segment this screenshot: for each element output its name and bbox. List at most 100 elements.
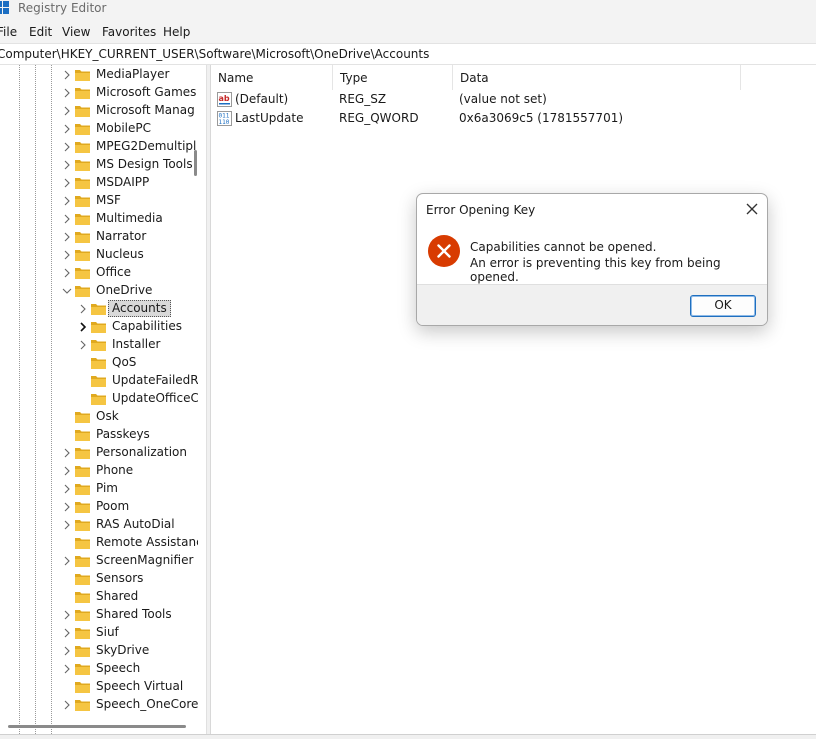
- address-bar[interactable]: Computer\HKEY_CURRENT_USER\Software\Micr…: [0, 43, 816, 65]
- tree-item[interactable]: Capabilities: [0, 318, 198, 336]
- folder-icon: [75, 232, 90, 243]
- chevron-right-icon[interactable]: [62, 178, 72, 188]
- tree-item-label: SkyDrive: [96, 643, 150, 657]
- tree-item[interactable]: Poom: [0, 498, 198, 516]
- column-header-name-label: Name: [218, 71, 254, 85]
- folder-icon: [75, 610, 90, 621]
- chevron-right-icon[interactable]: [62, 196, 72, 206]
- chevron-right-icon[interactable]: [62, 628, 72, 638]
- key-tree[interactable]: MediaPlayer Microsoft Games Microsoft Mana…: [0, 65, 198, 734]
- svg-text:110: 110: [219, 119, 230, 126]
- chevron-right-icon[interactable]: [62, 646, 72, 656]
- tree-item[interactable]: Remote Assistanc: [0, 534, 198, 552]
- tree-item[interactable]: Nucleus: [0, 246, 198, 264]
- menu-view[interactable]: View: [62, 25, 90, 39]
- tree-item[interactable]: Narrator: [0, 228, 198, 246]
- tree-item[interactable]: Osk: [0, 408, 198, 426]
- tree-item[interactable]: Installer: [0, 336, 198, 354]
- menu-edit[interactable]: Edit: [29, 25, 52, 39]
- chevron-right-icon[interactable]: [62, 160, 72, 170]
- tree-item[interactable]: Microsoft Manag: [0, 102, 198, 120]
- tree-item[interactable]: MobilePC: [0, 120, 198, 138]
- chevron-right-icon[interactable]: [62, 520, 72, 530]
- chevron-down-icon[interactable]: [62, 286, 72, 296]
- chevron-right-icon[interactable]: [62, 214, 72, 224]
- chevron-right-icon[interactable]: [62, 466, 72, 476]
- menu-file[interactable]: File: [0, 25, 17, 39]
- chevron-right-icon[interactable]: [62, 70, 72, 80]
- tree-item[interactable]: Microsoft Games: [0, 84, 198, 102]
- chevron-right-icon[interactable]: [62, 250, 72, 260]
- tree-item[interactable]: Personalization: [0, 444, 198, 462]
- tree-horizontal-scrollbar[interactable]: [8, 725, 186, 728]
- tree-vertical-scrollbar[interactable]: [194, 150, 197, 176]
- tree-item[interactable]: MSDAIPP: [0, 174, 198, 192]
- tree-item[interactable]: Multimedia: [0, 210, 198, 228]
- tree-item[interactable]: RAS AutoDial: [0, 516, 198, 534]
- tree-item[interactable]: MPEG2Demultipl: [0, 138, 198, 156]
- dialog-message-line-2: An error is preventing this key from bei…: [470, 256, 721, 284]
- tree-item[interactable]: Shared: [0, 588, 198, 606]
- chevron-right-icon[interactable]: [62, 556, 72, 566]
- tree-item-label: Siuf: [96, 625, 119, 639]
- value-row[interactable]: 011 110 LastUpdate REG_QWORD 0x6a3069c5 …: [211, 109, 811, 128]
- tree-item[interactable]: Phone: [0, 462, 198, 480]
- tree-item[interactable]: Speech: [0, 660, 198, 678]
- chevron-right-icon[interactable]: [62, 700, 72, 710]
- chevron-right-icon[interactable]: [78, 322, 88, 332]
- tree-item[interactable]: MS Design Tools: [0, 156, 198, 174]
- chevron-right-icon[interactable]: [62, 106, 72, 116]
- chevron-right-icon[interactable]: [62, 232, 72, 242]
- dialog-title: Error Opening Key: [426, 203, 536, 217]
- title-bar: Registry Editor: [0, 0, 816, 22]
- status-bar: [0, 734, 816, 739]
- tree-item-label: Multimedia: [96, 211, 163, 225]
- chevron-right-icon[interactable]: [62, 484, 72, 494]
- tree-item[interactable]: OneDrive: [0, 282, 198, 300]
- ok-button[interactable]: OK: [690, 295, 756, 317]
- menu-help[interactable]: Help: [163, 25, 190, 39]
- folder-icon: [91, 376, 106, 387]
- tree-item[interactable]: Siuf: [0, 624, 198, 642]
- chevron-right-icon[interactable]: [62, 448, 72, 458]
- tree-item[interactable]: ScreenMagnifier: [0, 552, 198, 570]
- dialog-footer: OK: [417, 284, 767, 325]
- tree-item[interactable]: Pim: [0, 480, 198, 498]
- tree-item[interactable]: Shared Tools: [0, 606, 198, 624]
- chevron-right-icon[interactable]: [62, 610, 72, 620]
- column-header-name[interactable]: Name: [211, 65, 333, 90]
- chevron-right-icon[interactable]: [62, 142, 72, 152]
- tree-item[interactable]: MSF: [0, 192, 198, 210]
- chevron-right-icon[interactable]: [62, 268, 72, 278]
- chevron-right-icon[interactable]: [62, 664, 72, 674]
- tree-item[interactable]: UpdateFailedR: [0, 372, 198, 390]
- tree-item[interactable]: Speech_OneCore: [0, 696, 198, 714]
- values-list[interactable]: Name Type Data ab (Default) REG_SZ (valu…: [210, 65, 816, 734]
- folder-icon: [75, 466, 90, 477]
- column-header-data[interactable]: Data: [453, 65, 741, 90]
- column-header-type[interactable]: Type: [333, 65, 453, 90]
- tree-item[interactable]: Speech Virtual: [0, 678, 198, 696]
- value-row[interactable]: ab (Default) REG_SZ (value not set): [211, 90, 811, 109]
- tree-item[interactable]: Passkeys: [0, 426, 198, 444]
- chevron-right-icon[interactable]: [62, 124, 72, 134]
- menu-favorites[interactable]: Favorites: [102, 25, 156, 39]
- chevron-right-icon[interactable]: [78, 340, 88, 350]
- tree-item[interactable]: Sensors: [0, 570, 198, 588]
- tree-item[interactable]: SkyDrive: [0, 642, 198, 660]
- folder-icon: [91, 340, 106, 351]
- chevron-right-icon[interactable]: [78, 304, 88, 314]
- address-path[interactable]: Computer\HKEY_CURRENT_USER\Software\Micr…: [0, 47, 429, 61]
- tree-item[interactable]: QoS: [0, 354, 198, 372]
- tree-item-label: MS Design Tools: [96, 157, 193, 171]
- tree-item[interactable]: Accounts: [0, 300, 198, 318]
- tree-item[interactable]: MediaPlayer: [0, 66, 198, 84]
- folder-icon: [75, 484, 90, 495]
- chevron-right-icon[interactable]: [62, 88, 72, 98]
- chevron-right-icon[interactable]: [62, 502, 72, 512]
- value-type: REG_QWORD: [339, 111, 419, 125]
- tree-item[interactable]: Office: [0, 264, 198, 282]
- tree-item[interactable]: UpdateOfficeC: [0, 390, 198, 408]
- close-icon[interactable]: [743, 200, 761, 218]
- string-value-icon: ab: [217, 92, 232, 107]
